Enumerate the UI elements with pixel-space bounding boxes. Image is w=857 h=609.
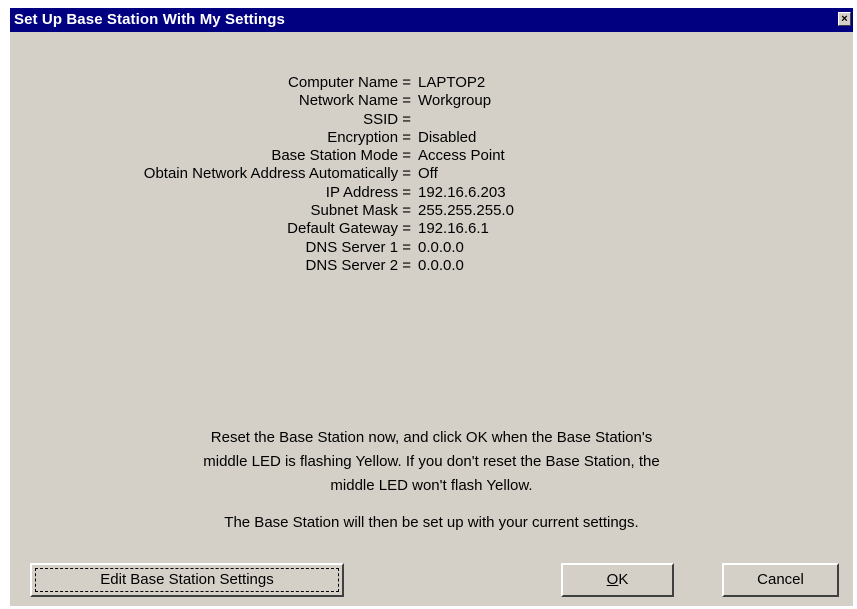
setting-value: Off [418, 165, 438, 183]
reset-instructions-line: middle LED is flashing Yellow. If you do… [203, 453, 660, 470]
reset-instructions-line: middle LED won't flash Yellow. [330, 477, 533, 494]
setting-value: Workgroup [418, 92, 492, 110]
setting-value: LAPTOP2 [418, 74, 486, 91]
setting-row-dns-server-2: DNS Server 2 = 0.0.0.0 [10, 257, 853, 275]
setting-label: Network Name = [298, 92, 411, 110]
reset-instructions-line: Reset the Base Station now, and click OK… [210, 429, 653, 446]
cancel-button-label: Cancel [757, 571, 804, 588]
close-icon: × [841, 13, 848, 25]
setting-row-ip-address: IP Address = 192.16.6.203 [10, 184, 853, 202]
setting-row-subnet-mask: Subnet Mask = 255.255.255.0 [10, 202, 853, 220]
setting-label: Obtain Network Address Automatically = [143, 165, 411, 183]
setting-row-ssid: SSID = [10, 111, 853, 129]
setting-row-dns-server-1: DNS Server 1 = 0.0.0.0 [10, 239, 853, 257]
setting-row-base-station-mode: Base Station Mode = Access Point [10, 147, 853, 165]
setting-value: 0.0.0.0 [418, 238, 464, 256]
edit-button-label: Edit Base Station Settings [100, 571, 274, 588]
setting-label: Default Gateway = [287, 220, 411, 238]
setting-value: 0.0.0.0 [418, 256, 464, 274]
settings-summary: Computer Name = LAPTOP2 Network Name = W… [10, 74, 853, 275]
ok-button[interactable]: OK [561, 563, 674, 597]
setting-label: Encryption = [327, 128, 411, 146]
setting-row-default-gateway: Default Gateway = 192.16.6.1 [10, 220, 853, 238]
ok-label: K [618, 571, 629, 588]
setup-note: The Base Station will then be set up wit… [224, 514, 639, 531]
cancel-button[interactable]: Cancel [722, 563, 839, 597]
setting-label: DNS Server 2 = [305, 256, 411, 274]
setting-value: 255.255.255.0 [418, 202, 514, 220]
focus-rectangle: Edit Base Station Settings [35, 568, 339, 592]
setting-value: 192.16.6.1 [418, 220, 489, 238]
setting-value: Disabled [418, 128, 477, 146]
setting-row-obtain-address: Obtain Network Address Automatically = O… [10, 165, 853, 183]
setting-label: IP Address = [325, 183, 411, 201]
setting-row-network-name: Network Name = Workgroup [10, 92, 853, 110]
setting-label: DNS Server 1 = [305, 238, 411, 256]
setup-dialog: Set Up Base Station With My Settings × C… [10, 8, 853, 606]
setting-row-computer-name: Computer Name = LAPTOP2 [10, 74, 853, 92]
setting-label: Base Station Mode = [271, 147, 411, 165]
close-button[interactable]: × [838, 12, 851, 26]
edit-base-station-settings-button[interactable]: Edit Base Station Settings [30, 563, 344, 597]
setting-row-encryption: Encryption = Disabled [10, 129, 853, 147]
setting-value: 192.16.6.203 [418, 183, 506, 201]
setting-label: SSID = [363, 110, 411, 128]
dialog-title: Set Up Base Station With My Settings [14, 11, 285, 28]
setting-value: Access Point [418, 147, 505, 165]
setting-label: Subnet Mask = [310, 202, 411, 220]
reset-instructions: Reset the Base Station now, and click OK… [10, 426, 853, 498]
ok-mnemonic: O [606, 571, 619, 588]
title-bar[interactable]: Set Up Base Station With My Settings × [10, 8, 853, 32]
setting-label: Computer Name = [288, 74, 411, 91]
